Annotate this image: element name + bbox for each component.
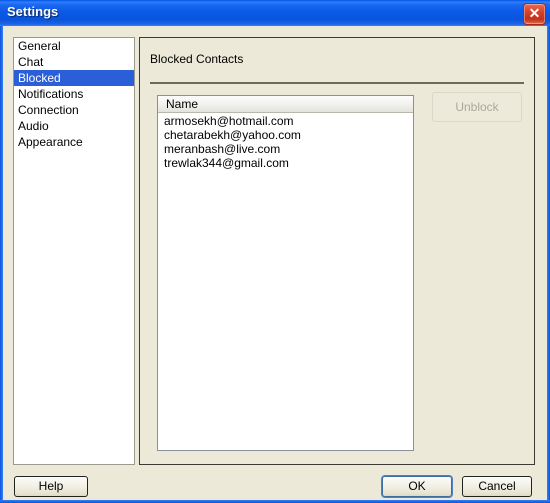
page-title: Blocked Contacts (150, 52, 244, 66)
close-icon[interactable]: ✕ (523, 3, 546, 25)
list-item[interactable]: trewlak344@gmail.com (158, 156, 413, 170)
settings-category-list[interactable]: General Chat Blocked Notifications Connectio… (13, 37, 135, 465)
sidebar-item-appearance[interactable]: Appearance (14, 134, 134, 150)
cancel-button[interactable]: Cancel (462, 476, 532, 497)
title-bar: Settings ✕ (0, 0, 550, 27)
sidebar-item-general[interactable]: General (14, 38, 134, 54)
sidebar-item-connection[interactable]: Connection (14, 102, 134, 118)
close-icon-glyph: ✕ (528, 5, 541, 21)
blocked-contacts-list[interactable]: Name armosekh@hotmail.com chetarabekh@yah… (157, 95, 414, 451)
settings-dialog-window: Settings ✕ General Chat Blocked Notificatio… (0, 0, 550, 503)
sidebar-item-chat[interactable]: Chat (14, 54, 134, 70)
column-header-name: Name (166, 97, 199, 111)
dialog-client-area: General Chat Blocked Notifications Connectio… (3, 26, 547, 500)
unblock-button[interactable]: Unblock (432, 92, 522, 122)
ok-button[interactable]: OK (382, 476, 452, 497)
help-button[interactable]: Help (14, 476, 88, 497)
blocked-settings-panel: Blocked Contacts Name armosekh@hotmail.c… (139, 37, 535, 465)
window-title: Settings (7, 4, 59, 19)
list-item[interactable]: meranbash@live.com (158, 142, 413, 156)
heading-divider (150, 82, 524, 84)
list-item[interactable]: armosekh@hotmail.com (158, 114, 413, 128)
contact-rows-container: armosekh@hotmail.com chetarabekh@yahoo.co… (158, 113, 413, 170)
sidebar-item-audio[interactable]: Audio (14, 118, 134, 134)
list-column-header[interactable]: Name (158, 96, 413, 113)
sidebar-item-blocked[interactable]: Blocked (14, 70, 134, 86)
sidebar-item-notifications[interactable]: Notifications (14, 86, 134, 102)
list-item[interactable]: chetarabekh@yahoo.com (158, 128, 413, 142)
